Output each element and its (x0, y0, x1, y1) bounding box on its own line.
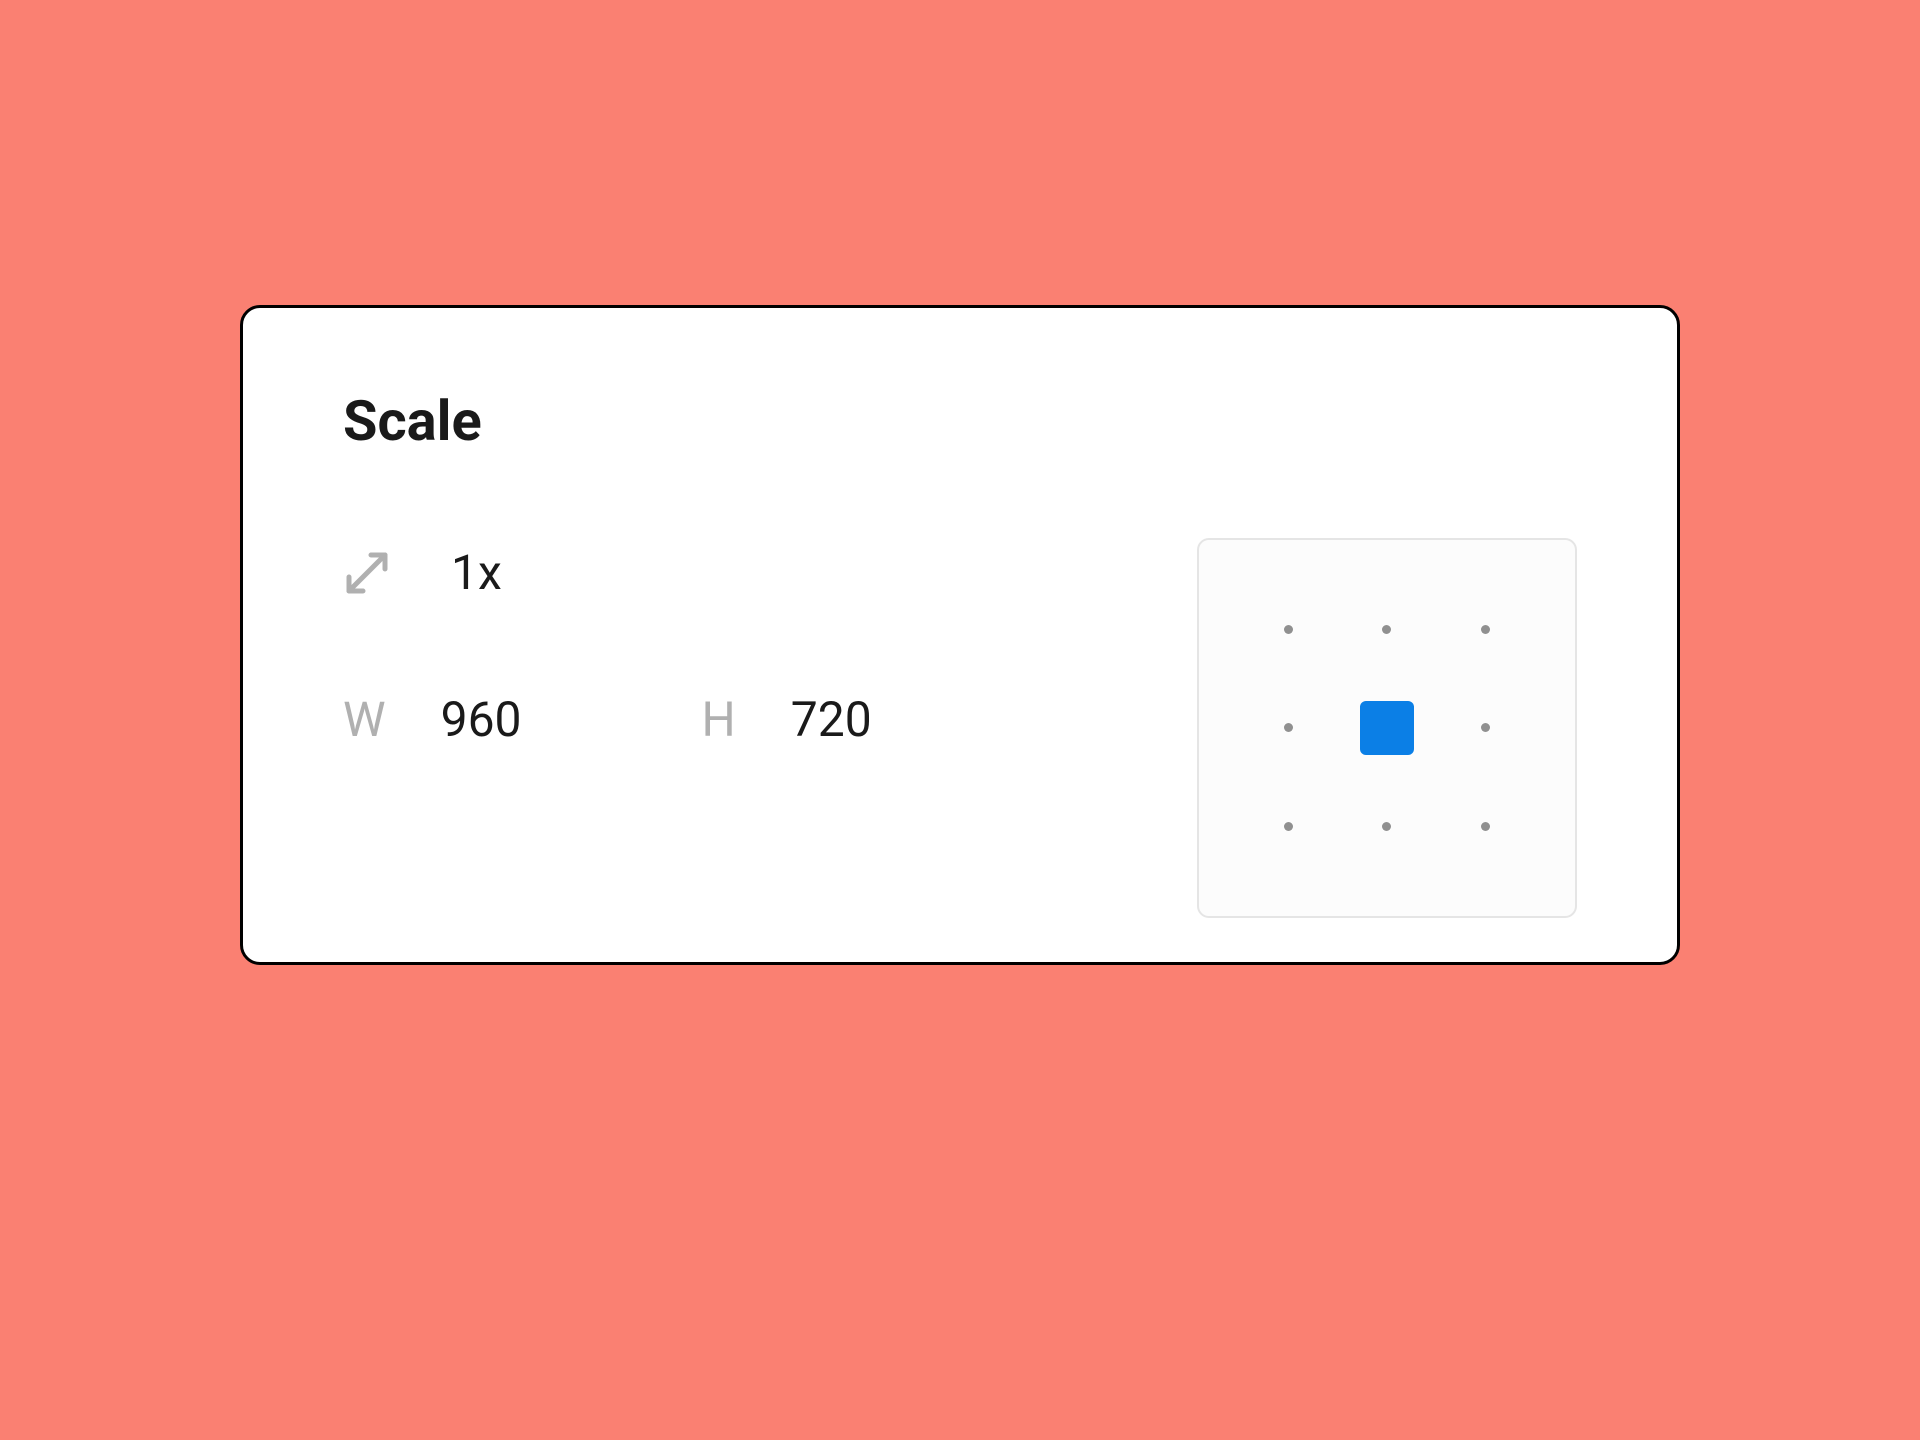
scale-diagonal-icon (343, 549, 391, 597)
anchor-grid (1197, 538, 1577, 918)
anchor-point-middle-right[interactable] (1436, 679, 1535, 778)
anchor-point-center[interactable] (1338, 679, 1437, 778)
anchor-point-bottom-center[interactable] (1338, 777, 1437, 876)
anchor-point-top-center[interactable] (1338, 580, 1437, 679)
width-group: W 960 (343, 691, 522, 748)
panel-title: Scale (343, 388, 1577, 454)
anchor-point-top-left[interactable] (1239, 580, 1338, 679)
height-value[interactable]: 720 (791, 691, 872, 748)
anchor-point-top-right[interactable] (1436, 580, 1535, 679)
height-label: H (702, 691, 736, 748)
width-label: W (343, 691, 386, 748)
scale-panel: Scale 1x W 960 H 720 (240, 305, 1680, 965)
anchor-point-bottom-right[interactable] (1436, 777, 1535, 876)
anchor-point-bottom-left[interactable] (1239, 777, 1338, 876)
height-group: H 720 (702, 691, 872, 748)
anchor-point-middle-left[interactable] (1239, 679, 1338, 778)
width-value[interactable]: 960 (441, 691, 522, 748)
scale-value[interactable]: 1x (451, 544, 502, 601)
